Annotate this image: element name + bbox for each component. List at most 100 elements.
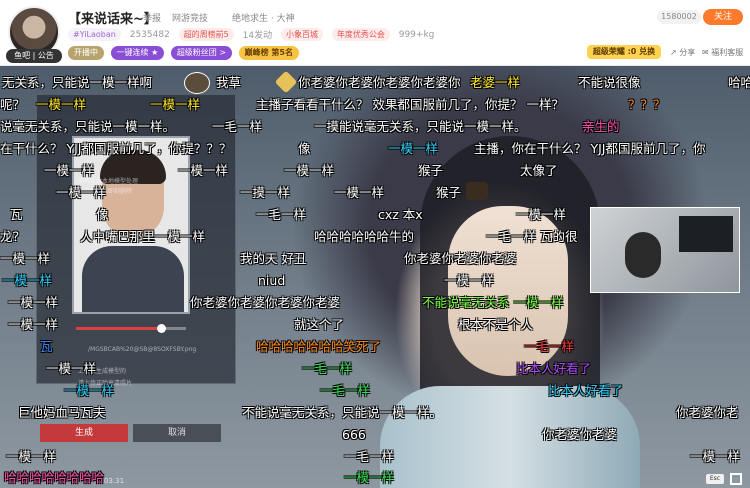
hot-value: 2535482 (129, 29, 170, 40)
generate-button[interactable]: 生成 (40, 424, 128, 442)
danmaku-item: 不能说很像 (578, 75, 641, 90)
adjust-slider[interactable] (76, 324, 186, 333)
danmaku-item: 龙？ (0, 229, 26, 244)
danmaku-item: 一模一样 (334, 185, 385, 200)
report-link[interactable]: 举报 (143, 11, 161, 24)
danmaku-item: 像 (96, 207, 109, 222)
danmaku-item: 一模一样 (388, 141, 439, 156)
danmaku-item: 瓦 (10, 207, 23, 222)
badge-row: 开播中 一键连续 ★ 超级粉丝团 > 巅峰榜 第5名 (68, 46, 303, 60)
danmaku-item: 我的天 好丑 (240, 251, 307, 266)
danmaku-item: 一模一样 (2, 273, 53, 288)
danmaku-item: 你老婆你老婆你老婆你老婆你 (298, 75, 461, 90)
subs-count: 14发动 (242, 31, 273, 41)
service-button[interactable]: ✉ 福利客服 (702, 47, 743, 58)
danmaku-item: 猴子 (418, 163, 444, 178)
host-label: 大神 (276, 14, 295, 24)
danmaku-item: 我草 (216, 75, 242, 90)
danmaku-item: 巨他妈血马瓦夫 (18, 405, 106, 420)
danmaku-item: 比本人好看了 (548, 383, 624, 398)
avatar-tag[interactable]: 鱼吧 | 公告 (6, 49, 62, 63)
danmaku-item: 一模一样 (444, 273, 495, 288)
timestamp: 03.31 (104, 477, 125, 485)
danmaku-item: 一模一样 (0, 251, 51, 266)
danmaku-item: 主播子看看干什么？ 效果都国服前几了，你提？ 一样？ (256, 97, 564, 112)
share-label: 分享 (679, 48, 696, 57)
danmaku-item: 一模一样 (150, 97, 201, 112)
weight-value: 999+kg (398, 29, 435, 40)
room-header: 鱼吧 | 公告 【来说话来~】 举报 网游竞技 绝地求生 · 大神 #YiLao… (0, 0, 750, 66)
danmaku-item: 亲生的 (582, 119, 620, 134)
fullscreen-icon[interactable] (730, 473, 742, 485)
danmaku-item: 你老婆你老 (676, 405, 739, 420)
rank-pill[interactable]: 超的周榜前5 (178, 28, 234, 41)
danmaku-item: 根本不是个人 (458, 317, 534, 332)
promo-banner[interactable]: 超级荣耀 :0 兑换 (587, 45, 661, 59)
danmaku-item: 你老婆你老婆 (542, 427, 618, 442)
rank-badge[interactable]: 巅峰榜 第5名 (238, 46, 299, 60)
danmaku-item: 一毛一样 (256, 207, 307, 222)
slider-knob[interactable] (157, 324, 166, 333)
award-pill[interactable]: 年度优秀公会 (331, 28, 390, 41)
category-link[interactable]: 网游竞技 (172, 11, 208, 24)
live-room: 鱼吧 | 公告 【来说话来~】 举报 网游竞技 绝地求生 · 大神 #YiLao… (0, 0, 750, 488)
danmaku-item: 一摸能说毫无关系，只能说一模一样。 (314, 119, 527, 134)
danmaku-item: 像 (298, 141, 311, 156)
danmaku-item: 你老婆你老婆你老婆 (404, 251, 517, 266)
danmaku-item: 哈哈哈哈哈哈哈笑死了 (256, 339, 382, 354)
danmaku-item: 一模一样 (56, 185, 107, 200)
live-badge[interactable]: 开播中 (68, 46, 104, 60)
danmaku-item: 不能说毫无关系 一模一样 (422, 295, 564, 310)
esc-key[interactable]: Esc (706, 474, 724, 484)
sub-category-label: 绝地求生 (232, 14, 269, 24)
danmaku-item: ？？？ (628, 97, 666, 112)
service-label: 福利客服 (711, 48, 744, 57)
danmaku-item: cxz 本x (378, 207, 423, 222)
danmaku-item: 一模一样 (690, 449, 741, 464)
danmaku-item: 无关系，只能说一模一样啊 (2, 75, 153, 90)
danmaku-item: 哈哈 (728, 75, 750, 90)
danmaku-item: 主播，你在干什么？ YJJ都国服前几了，你 (474, 141, 706, 156)
danmaku-item: 在干什么？ YJJ都国服前几了，你提？？？ (0, 141, 232, 156)
photo-filename: /MGSBCAB%20@SB@8SOXFSBY.png (88, 346, 197, 353)
share-button[interactable]: ↗ 分享 (670, 47, 695, 58)
danmaku-item: 一毛一样 (344, 449, 395, 464)
sub-category-link[interactable]: 绝地求生 · 大神 (232, 11, 295, 24)
danmaku-item: 呢？ (0, 97, 26, 112)
danmaku-item: 一模一样 (36, 97, 87, 112)
danmaku-item: 一模一样 (284, 163, 335, 178)
cam-person (625, 232, 661, 278)
danmaku-item: 不能说毫无关系，只能说一模一样。 (242, 405, 443, 420)
fan-club-badge[interactable]: 超级粉丝团 > (170, 46, 233, 60)
guild-pill[interactable]: 小象百城 (280, 28, 323, 41)
fan-pill[interactable]: #YiLaoban (68, 28, 121, 41)
danmaku-item: 说毫无关系，只能说一模一样。 (0, 119, 176, 134)
danmaku-item: 一模一样 (64, 383, 115, 398)
follow-button[interactable]: 关注 (703, 9, 743, 25)
danmaku-item: 太像了 (520, 163, 558, 178)
danmaku-item: 哈哈哈哈哈哈哈哈 (4, 470, 105, 485)
danmaku-item: 一模一样 (46, 361, 97, 376)
danmaku-item: niud (258, 273, 286, 288)
danmaku-item: 比本人好看了 (516, 361, 592, 376)
danmaku-item: 一毛一样 (302, 361, 353, 376)
danmaku-item: 一模一样 (8, 295, 59, 310)
danmaku-item: 一毛一样 瓦的很 (486, 229, 578, 244)
danmaku-item: 老婆一样 (470, 75, 521, 90)
combo-badge[interactable]: 一键连续 ★ (110, 46, 165, 60)
danmaku-item: 你老婆你老婆你老婆你老婆 (190, 295, 341, 310)
danmaku-item: 一摸一样 (240, 185, 291, 200)
monkey-emoji-icon (466, 182, 488, 200)
danmaku-item: 一模一样 (8, 317, 59, 332)
cancel-button[interactable]: 取消 (133, 424, 221, 442)
danmaku-item: 一毛一样 (320, 383, 371, 398)
danmaku-avatar-icon (184, 72, 210, 94)
danmaku-item: 一模一样 (344, 470, 395, 485)
danmaku-item: 就这个了 (294, 317, 345, 332)
slider-fill (76, 327, 162, 330)
danmaku-item: 哈哈哈哈哈哈牛的 (314, 229, 415, 244)
danmaku-item: 666 (342, 427, 366, 442)
photo-suit (82, 246, 184, 312)
danmaku-item: 一模一样 (44, 163, 95, 178)
danmaku-item: 人中嘴巴那里一模一样 (80, 229, 206, 244)
